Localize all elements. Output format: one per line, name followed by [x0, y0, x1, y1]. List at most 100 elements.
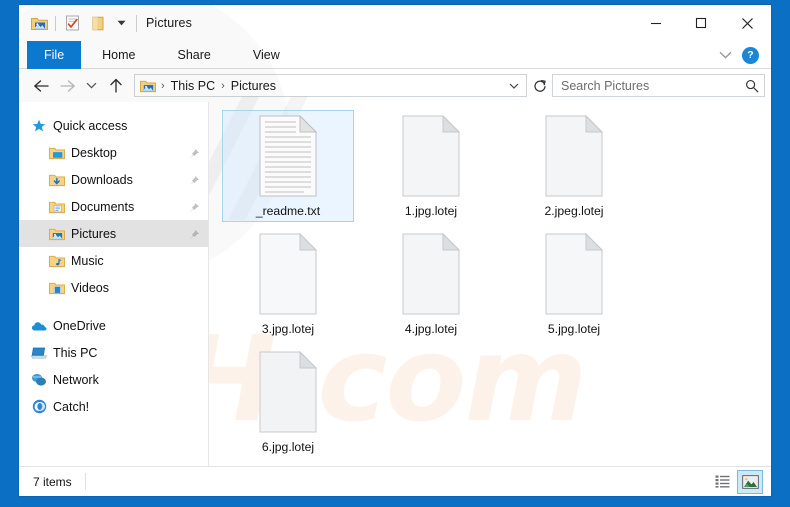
sidebar-label: Desktop [71, 145, 117, 160]
file-item[interactable]: 1.jpg.lotej [365, 110, 497, 222]
ribbon-tab-bar: File Home Share View ? [19, 41, 771, 69]
blank-file-icon [399, 232, 463, 315]
blank-file-icon [542, 114, 606, 197]
sidebar-item-videos[interactable]: Videos [19, 274, 208, 301]
help-button[interactable]: ? [742, 46, 759, 64]
file-item[interactable]: 5.jpg.lotej [508, 228, 640, 340]
up-button[interactable] [102, 72, 129, 99]
file-item[interactable]: _readme.txt [222, 110, 354, 222]
blank-file-icon [542, 232, 606, 315]
navigation-pane: Quick access Desktop Downloads Documents… [19, 102, 209, 466]
file-item[interactable]: 3.jpg.lotej [222, 228, 354, 340]
downloads-folder-icon [49, 172, 65, 188]
sidebar-label: Pictures [71, 226, 117, 241]
pin-icon[interactable] [188, 201, 200, 213]
file-name: 5.jpg.lotej [547, 322, 601, 336]
sidebar-item-pictures[interactable]: Pictures [19, 220, 208, 247]
pin-icon[interactable] [188, 228, 200, 240]
details-view-button[interactable] [709, 470, 735, 494]
desktop-folder-icon [49, 145, 65, 161]
pin-icon[interactable] [188, 147, 200, 159]
sidebar-label: Music [71, 253, 104, 268]
breadcrumb-separator-2: › [221, 79, 225, 92]
file-name: _readme.txt [255, 204, 321, 218]
music-folder-icon [49, 253, 65, 269]
new-folder-icon[interactable] [85, 10, 111, 36]
videos-folder-icon [49, 280, 65, 296]
file-item[interactable]: 6.jpg.lotej [222, 346, 354, 458]
file-name: 1.jpg.lotej [404, 204, 458, 218]
file-item[interactable]: 4.jpg.lotej [365, 228, 497, 340]
file-grid: _readme.txt 1.jpg.lotej 2.jpeg.lotej 3.j… [209, 102, 771, 464]
file-name: 3.jpg.lotej [261, 322, 315, 336]
sidebar-item-downloads[interactable]: Downloads [19, 166, 208, 193]
sidebar-item-onedrive[interactable]: OneDrive [19, 312, 208, 339]
explorer-folder-icon[interactable] [26, 10, 52, 36]
forward-button[interactable] [54, 72, 81, 99]
file-name: 4.jpg.lotej [404, 322, 458, 336]
sidebar-item-desktop[interactable]: Desktop [19, 139, 208, 166]
tab-home[interactable]: Home [81, 41, 156, 69]
search-input[interactable]: Search Pictures [561, 79, 745, 93]
sidebar-label: Documents [71, 199, 135, 214]
search-box[interactable]: Search Pictures [552, 74, 765, 97]
sidebar-item-network[interactable]: Network [19, 366, 208, 393]
tab-share[interactable]: Share [157, 41, 232, 69]
this-pc-icon [31, 345, 47, 361]
large-icons-view-button[interactable] [737, 469, 763, 494]
title-separator [136, 14, 137, 32]
back-button[interactable] [27, 72, 54, 99]
catch-icon [31, 399, 47, 415]
refresh-button[interactable] [527, 72, 552, 99]
blank-file-icon [399, 114, 463, 197]
file-explorer-window: Pictures File Home Share View ? › This P… [18, 4, 772, 497]
file-name: 6.jpg.lotej [261, 440, 315, 454]
view-mode-buttons [709, 469, 767, 494]
properties-icon[interactable] [59, 10, 85, 36]
breadcrumb-separator: › [161, 79, 165, 92]
breadcrumb-pictures[interactable]: Pictures [228, 79, 279, 93]
file-list-view[interactable]: _readme.txt 1.jpg.lotej 2.jpeg.lotej 3.j… [209, 102, 771, 466]
sidebar-item-catch[interactable]: Catch! [19, 393, 208, 420]
expand-ribbon-chevron-icon[interactable] [713, 43, 737, 67]
sidebar-label: Quick access [53, 118, 128, 133]
breadcrumb-folder-icon [140, 79, 156, 93]
customize-toolbar-chevron-icon[interactable] [111, 10, 131, 36]
status-bar: 7 items [19, 466, 771, 496]
sidebar-item-documents[interactable]: Documents [19, 193, 208, 220]
minimize-button[interactable] [633, 5, 678, 41]
title-bar: Pictures [19, 5, 771, 41]
window-controls [633, 5, 771, 41]
blank-file-icon [256, 350, 320, 433]
status-divider [84, 473, 86, 490]
sidebar-gap-1 [19, 301, 208, 312]
tab-file[interactable]: File [27, 41, 82, 69]
breadcrumb-this-pc[interactable]: This PC [168, 79, 218, 93]
tab-view[interactable]: View [232, 41, 301, 69]
file-item[interactable]: 2.jpeg.lotej [508, 110, 640, 222]
pictures-folder-icon [49, 226, 65, 242]
close-button[interactable] [723, 5, 771, 41]
blank-file-icon [256, 232, 320, 315]
recent-locations-button[interactable] [81, 72, 102, 99]
ribbon-right-controls: ? [713, 41, 765, 69]
search-icon [745, 79, 759, 93]
maximize-button[interactable] [678, 5, 723, 41]
sidebar-label: This PC [53, 345, 98, 360]
address-dropdown-chevron-icon[interactable] [506, 75, 522, 96]
address-bar-row: › This PC › Pictures Search Pictures [19, 69, 771, 102]
sidebar-label: Downloads [71, 172, 133, 187]
onedrive-cloud-icon [31, 318, 47, 334]
sidebar-item-this-pc[interactable]: This PC [19, 339, 208, 366]
star-icon [31, 118, 47, 134]
pin-icon[interactable] [188, 174, 200, 186]
quick-access-toolbar [26, 10, 131, 36]
sidebar-item-quick-access[interactable]: Quick access [19, 112, 208, 139]
explorer-body: ∕∕ ISH.com Quick access [19, 80, 771, 466]
documents-folder-icon [49, 199, 65, 215]
toolbar-separator-1 [55, 15, 56, 31]
desktop-background: Pictures File Home Share View ? › This P… [0, 0, 790, 507]
sidebar-item-music[interactable]: Music [19, 247, 208, 274]
text-file-icon [256, 114, 320, 197]
address-bar[interactable]: › This PC › Pictures [134, 74, 527, 97]
